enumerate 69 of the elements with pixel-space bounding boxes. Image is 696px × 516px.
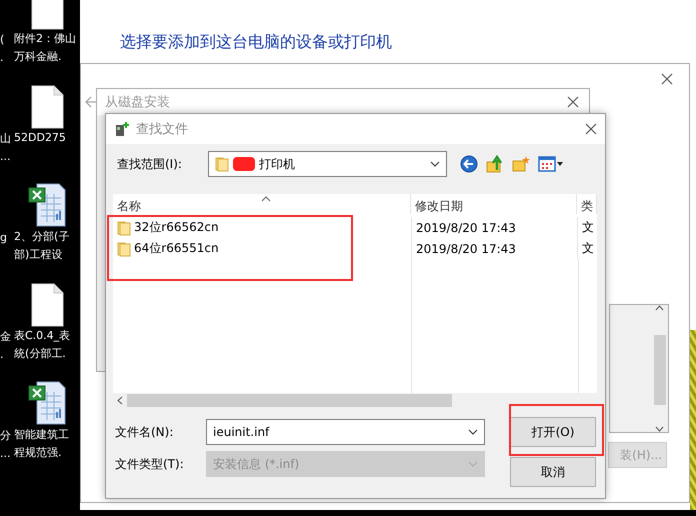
icon-label: 部)工程设 bbox=[14, 247, 62, 263]
column-header[interactable]: 修改日期 bbox=[411, 194, 577, 214]
view-menu-icon bbox=[538, 155, 564, 173]
close-icon bbox=[661, 73, 673, 85]
file-name-field[interactable]: ieuinit.inf bbox=[206, 419, 485, 445]
type-cell: 文 bbox=[582, 219, 594, 236]
new-folder-icon bbox=[512, 155, 530, 173]
type-cell: 文 bbox=[582, 240, 594, 257]
back-icon bbox=[460, 155, 478, 173]
scrollbar-thumb[interactable] bbox=[127, 394, 452, 407]
folder-icon bbox=[117, 240, 131, 256]
field-label: 文件名(N): bbox=[115, 424, 174, 440]
desktop-icon[interactable]: 金 . 表C.0.4_表 統(分部工. bbox=[0, 283, 80, 382]
icon-label: 智能建筑工 bbox=[14, 427, 69, 443]
document-file-icon bbox=[30, 85, 64, 129]
window-title: 从磁盘安装 bbox=[105, 94, 170, 111]
icon-label-fragment: ( bbox=[0, 32, 4, 48]
chevron-down-icon bbox=[468, 461, 478, 467]
icon-label-fragment: . bbox=[0, 50, 4, 66]
spreadsheet-file-icon bbox=[26, 182, 66, 228]
cancel-button[interactable]: 取消 bbox=[510, 457, 596, 487]
page-heading: 选择要添加到这台电脑的设备或打印机 bbox=[120, 32, 392, 53]
folder-icon bbox=[215, 156, 229, 172]
column-header[interactable]: 类 bbox=[577, 194, 597, 214]
desktop-icon[interactable]: 分 ... 智能建筑工 程规范强. bbox=[0, 382, 80, 481]
desktop-icon[interactable]: 山 ... 52DD275 bbox=[0, 85, 80, 184]
close-icon bbox=[567, 96, 579, 108]
spreadsheet-file-icon bbox=[26, 380, 66, 426]
icon-label: 表C.0.4_表 bbox=[14, 328, 70, 344]
desktop-icon[interactable]: g 2、分部(子 部)工程设 bbox=[0, 184, 80, 283]
chevron-down-icon bbox=[468, 429, 478, 435]
column-header[interactable]: 名称 bbox=[113, 194, 411, 214]
file-row[interactable]: 64位r66551cn bbox=[117, 240, 219, 257]
desktop-icon[interactable]: ( . 附件2：佛山 万科金融. bbox=[0, 0, 80, 85]
icon-label: 万科金融. bbox=[14, 49, 62, 65]
folder-name: 打印机 bbox=[259, 156, 296, 172]
folder-icon bbox=[117, 220, 131, 236]
file-name: 64位r66551cn bbox=[134, 240, 219, 257]
date-cell: 2019/8/20 17:43 bbox=[416, 220, 516, 234]
scrollbar-thumb[interactable] bbox=[654, 334, 666, 404]
chevron-down-icon bbox=[430, 161, 440, 167]
dialog-title: 查找文件 bbox=[136, 121, 189, 138]
field-label: 文件类型(T): bbox=[115, 456, 185, 473]
redaction-mark bbox=[233, 157, 255, 171]
file-name: 32位r66562cn bbox=[134, 219, 219, 236]
icon-label-fragment: 山 bbox=[0, 131, 11, 147]
icon-label: 程规范强. bbox=[14, 445, 62, 461]
date-cell: 2019/8/20 17:43 bbox=[416, 242, 516, 256]
scroll-left-icon bbox=[117, 396, 123, 405]
look-in-dropdown[interactable]: 打印机 bbox=[208, 151, 447, 177]
icon-label-fragment: ... bbox=[0, 149, 10, 165]
icon-label: 統(分部工. bbox=[14, 346, 66, 362]
open-button[interactable]: 打开(O) bbox=[510, 417, 596, 447]
icon-label: 附件2：佛山 bbox=[14, 31, 76, 47]
icon-label-fragment: ... bbox=[0, 446, 10, 462]
scroll-down-icon bbox=[655, 426, 664, 432]
close-icon bbox=[585, 123, 597, 135]
scroll-up-icon bbox=[655, 305, 664, 311]
icon-label-fragment: g bbox=[0, 230, 7, 246]
icon-label-fragment: . bbox=[0, 347, 4, 363]
field-label: 查找范围(I): bbox=[117, 156, 183, 172]
icon-label: 52DD275 bbox=[14, 130, 66, 146]
icon-label-fragment: 分 bbox=[0, 428, 11, 444]
file-row[interactable]: 32位r66562cn bbox=[117, 219, 219, 236]
icon-label: 2、分部(子 bbox=[14, 229, 70, 245]
icon-label-fragment: 金 bbox=[0, 329, 11, 345]
folder-up-icon bbox=[486, 155, 504, 173]
device-plus-icon bbox=[114, 121, 130, 137]
document-file-icon bbox=[30, 283, 64, 327]
